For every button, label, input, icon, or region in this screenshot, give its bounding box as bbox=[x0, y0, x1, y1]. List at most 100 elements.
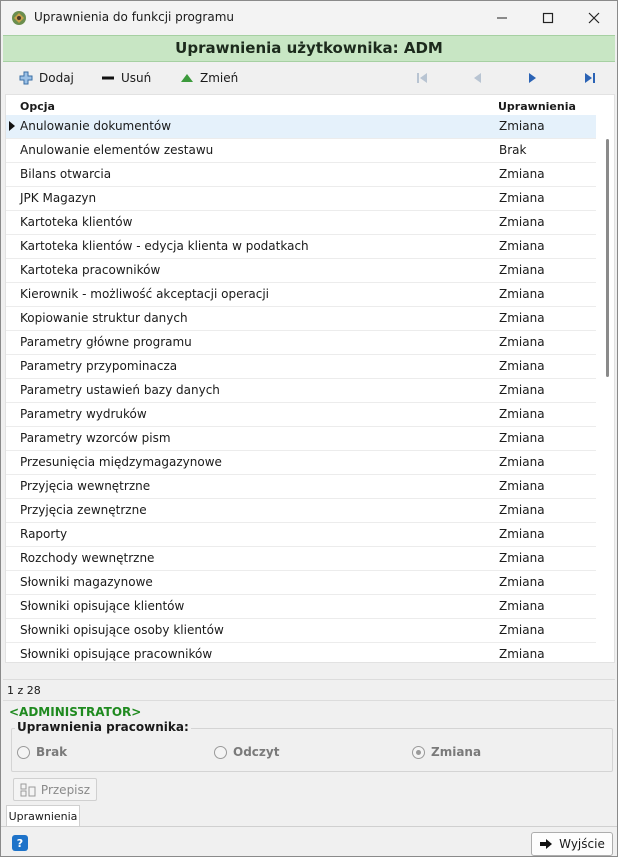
permissions-grid[interactable]: Opcja Uprawnienia Anulowanie dokumentów Z… bbox=[5, 94, 615, 663]
radio-brak-dot[interactable] bbox=[17, 745, 30, 759]
row-permission: Zmiana bbox=[499, 623, 545, 637]
employee-permissions-group bbox=[11, 728, 613, 772]
exit-button[interactable]: Wyjście bbox=[531, 832, 613, 856]
radio-zmiana-dot[interactable] bbox=[412, 745, 425, 759]
edit-button[interactable]: Zmień bbox=[180, 69, 238, 87]
plus-icon bbox=[19, 71, 33, 85]
table-row[interactable]: Anulowanie elementów zestawu Brak bbox=[6, 139, 596, 163]
table-row[interactable]: Słowniki opisujące osoby klientów Zmiana bbox=[6, 619, 596, 643]
row-permission: Zmiana bbox=[499, 599, 545, 613]
row-option: Raporty bbox=[20, 527, 68, 541]
row-option: Kartoteka klientów - edycja klienta w po… bbox=[20, 239, 309, 253]
column-header-option[interactable]: Opcja bbox=[20, 100, 55, 113]
grid-rows: Anulowanie dokumentów Zmiana Anulowanie el… bbox=[6, 115, 596, 662]
row-option: Kartoteka pracowników bbox=[20, 263, 161, 277]
table-row[interactable]: Kartoteka klientów - edycja klienta w po… bbox=[6, 235, 596, 259]
toolbar: Dodaj Usuń Zmień bbox=[3, 63, 615, 93]
row-option: Parametry ustawień bazy danych bbox=[20, 383, 220, 397]
column-header-permission[interactable]: Uprawnienia bbox=[498, 100, 576, 113]
row-permission: Zmiana bbox=[499, 647, 545, 661]
row-option: Anulowanie elementów zestawu bbox=[20, 143, 214, 157]
radio-odczyt-label: Odczyt bbox=[233, 745, 280, 759]
row-option: Przesunięcia międzymagazynowe bbox=[20, 455, 222, 469]
exit-button-label: Wyjście bbox=[559, 837, 605, 851]
radio-brak-label: Brak bbox=[36, 745, 68, 759]
row-permission: Zmiana bbox=[499, 455, 545, 469]
table-row[interactable]: Kierownik - możliwość akceptacji operacj… bbox=[6, 283, 596, 307]
row-option: Anulowanie dokumentów bbox=[20, 119, 172, 133]
delete-button[interactable]: Usuń bbox=[101, 69, 151, 87]
table-row[interactable]: Słowniki opisujące klientów Zmiana bbox=[6, 595, 596, 619]
maximize-button[interactable] bbox=[525, 1, 571, 35]
radio-odczyt[interactable]: Odczyt bbox=[214, 745, 279, 759]
table-row[interactable]: Kopiowanie struktur danych Zmiana bbox=[6, 307, 596, 331]
triangle-up-icon bbox=[181, 74, 193, 82]
app-window: Uprawnienia do funkcji programu Uprawnie… bbox=[0, 0, 618, 857]
window-title: Uprawnienia do funkcji programu bbox=[34, 10, 234, 24]
last-record-button[interactable] bbox=[581, 69, 599, 87]
table-row[interactable]: Kartoteka klientów Zmiana bbox=[6, 211, 596, 235]
radio-zmiana[interactable]: Zmiana bbox=[412, 745, 481, 759]
table-row[interactable]: Rozchody wewnętrzne Zmiana bbox=[6, 547, 596, 571]
minimize-button[interactable] bbox=[479, 1, 525, 35]
table-row[interactable]: JPK Magazyn Zmiana bbox=[6, 187, 596, 211]
table-row[interactable]: Anulowanie dokumentów Zmiana bbox=[6, 115, 596, 139]
prev-record-button[interactable] bbox=[468, 69, 486, 87]
row-option: Przyjęcia wewnętrzne bbox=[20, 479, 151, 493]
table-row[interactable]: Bilans otwarcia Zmiana bbox=[6, 163, 596, 187]
table-row[interactable]: Parametry główne programu Zmiana bbox=[6, 331, 596, 355]
row-permission: Zmiana bbox=[499, 239, 545, 253]
page-title: Uprawnienia użytkownika: ADM bbox=[3, 35, 615, 62]
table-row[interactable]: Raporty Zmiana bbox=[6, 523, 596, 547]
next-record-icon bbox=[529, 73, 536, 83]
scrollbar-thumb[interactable] bbox=[606, 139, 609, 377]
row-permission: Zmiana bbox=[499, 575, 545, 589]
first-record-icon bbox=[417, 73, 427, 83]
copy-button[interactable]: Przepisz bbox=[13, 778, 97, 801]
status-bar: 1 z 28 bbox=[3, 679, 615, 701]
table-row[interactable]: Słowniki opisujące pracowników Zmiana bbox=[6, 643, 596, 662]
table-row[interactable]: Parametry wzorców pism Zmiana bbox=[6, 427, 596, 451]
radio-brak[interactable]: Brak bbox=[17, 745, 67, 759]
radio-odczyt-dot[interactable] bbox=[214, 745, 227, 759]
row-permission: Zmiana bbox=[499, 383, 545, 397]
row-option: Słowniki magazynowe bbox=[20, 575, 153, 589]
row-option: Kopiowanie struktur danych bbox=[20, 311, 188, 325]
close-icon bbox=[588, 12, 600, 24]
add-button[interactable]: Dodaj bbox=[19, 69, 74, 87]
table-row[interactable]: Parametry przypominacza Zmiana bbox=[6, 355, 596, 379]
row-option: JPK Magazyn bbox=[20, 191, 97, 205]
delete-button-label: Usuń bbox=[121, 71, 152, 85]
employee-permissions-legend: Uprawnienia pracownika: bbox=[15, 720, 191, 734]
row-option: Parametry główne programu bbox=[20, 335, 192, 349]
row-permission: Zmiana bbox=[499, 191, 545, 205]
row-permission: Zmiana bbox=[499, 311, 545, 325]
table-row[interactable]: Przesunięcia międzymagazynowe Zmiana bbox=[6, 451, 596, 475]
row-permission: Zmiana bbox=[499, 335, 545, 349]
minimize-icon bbox=[497, 17, 507, 19]
table-row[interactable]: Parametry ustawień bazy danych Zmiana bbox=[6, 379, 596, 403]
row-option: Przyjęcia zewnętrzne bbox=[20, 503, 147, 517]
table-row[interactable]: Parametry wydruków Zmiana bbox=[6, 403, 596, 427]
table-row[interactable]: Słowniki magazynowe Zmiana bbox=[6, 571, 596, 595]
row-option: Rozchody wewnętrzne bbox=[20, 551, 155, 565]
table-row[interactable]: Kartoteka pracowników Zmiana bbox=[6, 259, 596, 283]
exit-arrow-icon bbox=[540, 839, 553, 849]
row-permission: Brak bbox=[499, 143, 527, 157]
next-record-button[interactable] bbox=[524, 69, 542, 87]
first-record-button[interactable] bbox=[413, 69, 431, 87]
row-option: Parametry wydruków bbox=[20, 407, 147, 421]
tab-uprawnienia[interactable]: Uprawnienia bbox=[6, 805, 80, 827]
table-row[interactable]: Przyjęcia zewnętrzne Zmiana bbox=[6, 499, 596, 523]
table-row[interactable]: Przyjęcia wewnętrzne Zmiana bbox=[6, 475, 596, 499]
copy-icon bbox=[20, 783, 36, 796]
help-button[interactable]: ? bbox=[12, 835, 28, 851]
row-permission: Zmiana bbox=[499, 503, 545, 517]
row-option: Kartoteka klientów bbox=[20, 215, 133, 229]
row-permission: Zmiana bbox=[499, 407, 545, 421]
close-button[interactable] bbox=[571, 1, 617, 35]
title-bar: Uprawnienia do funkcji programu bbox=[1, 1, 617, 35]
current-row-marker-icon bbox=[9, 121, 15, 131]
vertical-scrollbar[interactable] bbox=[604, 115, 612, 655]
row-option: Słowniki opisujące pracowników bbox=[20, 647, 213, 661]
